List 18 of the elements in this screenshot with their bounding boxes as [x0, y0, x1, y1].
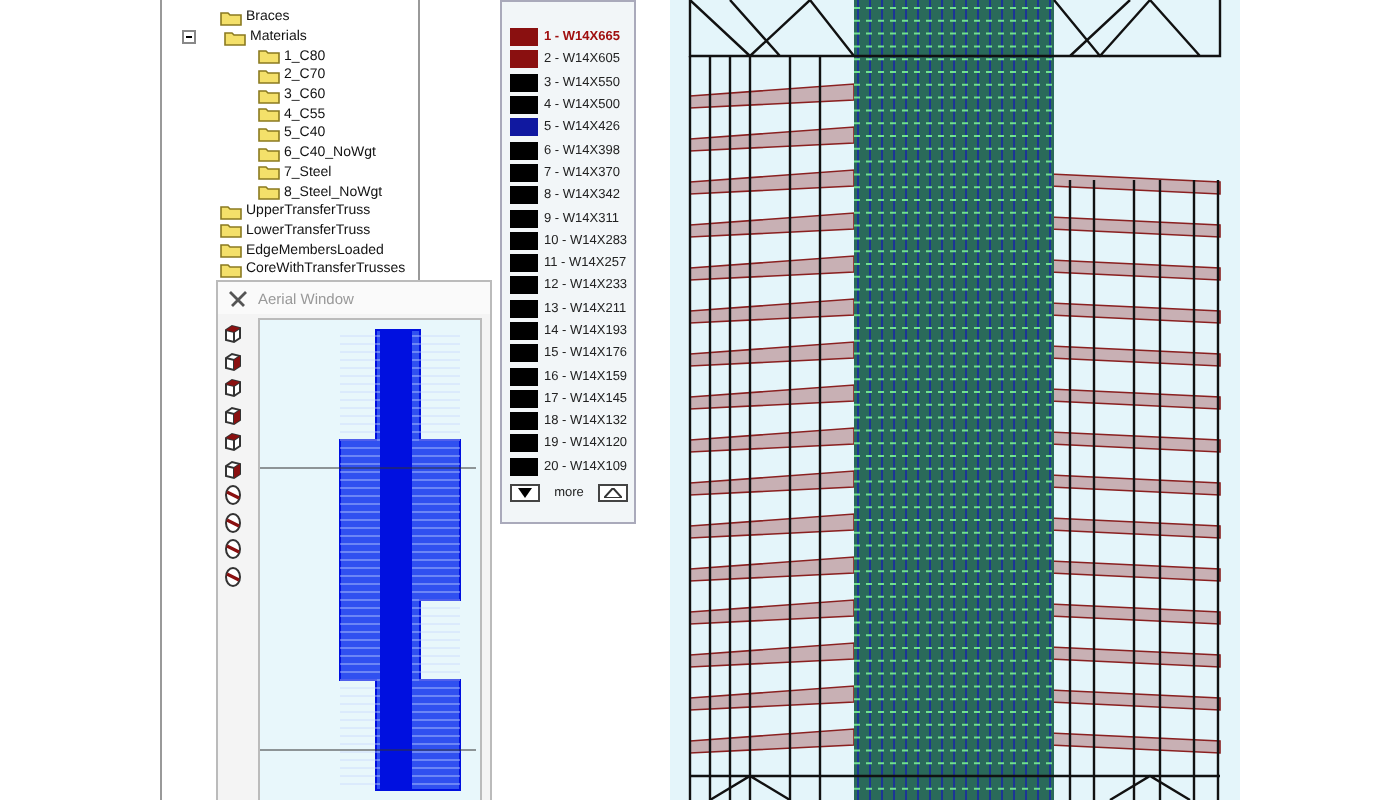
scroll-down-button[interactable]	[510, 483, 540, 502]
folder-icon	[258, 145, 280, 162]
folder-icon	[224, 29, 246, 46]
caret-down-icon	[518, 487, 532, 498]
folder-icon	[220, 203, 242, 220]
folder-icon	[258, 164, 280, 181]
collapse-toggle[interactable]	[182, 30, 196, 45]
folder-icon	[258, 48, 280, 65]
folder-icon	[258, 184, 280, 201]
scroll-up-button[interactable]	[598, 483, 628, 502]
folder-icon	[258, 106, 280, 123]
folder-icon	[220, 222, 242, 239]
caret-up-icon	[604, 487, 622, 498]
folder-icon	[220, 9, 242, 26]
folder-icon	[258, 125, 280, 142]
folder-icon	[220, 242, 242, 259]
folder-icon	[258, 67, 280, 84]
folder-icon	[258, 87, 280, 104]
